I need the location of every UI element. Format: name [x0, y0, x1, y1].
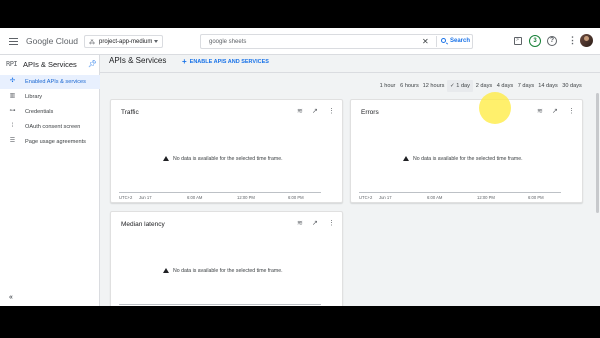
no-data-message: No data is available for the selected ti… [163, 268, 283, 274]
chart-type-icon[interactable]: ≋ [297, 220, 303, 228]
sidebar-item-label: Enabled APIs & services [25, 78, 86, 85]
enable-apis-label: ENABLE APIS AND SERVICES [189, 59, 269, 65]
console-frame: Google Cloud ⁂ project-app-medium google… [0, 28, 600, 306]
axis-tick: UTC+2 [359, 195, 373, 200]
warning-icon [163, 268, 169, 273]
sidebar-item-library[interactable]: ▥ Library [0, 90, 100, 104]
project-name: project-app-medium [99, 38, 153, 45]
axis-tick: 6:00 AM [427, 195, 443, 200]
x-axis [119, 192, 321, 193]
no-data-text: No data is available for the selected ti… [173, 156, 283, 162]
sidebar: RPI APIs & Services 📌︎ ✣ Enabled APIs & … [0, 55, 100, 306]
range-14-days[interactable]: 14 days [538, 80, 558, 92]
cloud-shell-icon[interactable] [514, 37, 522, 45]
scrollbar-thumb[interactable] [596, 93, 599, 213]
explore-icon[interactable]: ↗ [552, 108, 558, 116]
axis-tick: 6:00 PM [288, 195, 304, 200]
search-input[interactable]: google sheets [209, 39, 246, 45]
collapse-sidebar-icon[interactable]: « [9, 294, 13, 301]
menu-icon[interactable] [9, 38, 18, 45]
median-latency-card: Median latency ≋ ↗ ⋮ No data is availabl… [110, 211, 343, 306]
card-title: Errors [361, 109, 379, 116]
plus-icon: + [182, 57, 187, 66]
chart-type-icon[interactable]: ≋ [537, 108, 543, 116]
card-title: Median latency [121, 221, 165, 228]
range-1-day-label: 1 day [456, 83, 470, 89]
range-7-days[interactable]: 7 days [517, 80, 535, 92]
axis-tick: 6:00 AM [187, 195, 203, 200]
project-selector[interactable]: ⁂ project-app-medium [84, 35, 163, 48]
page-title: APIs & Services [109, 56, 167, 65]
traffic-card: Traffic ≋ ↗ ⋮ No data is available for t… [110, 99, 343, 203]
range-4-days[interactable]: 4 days [496, 80, 514, 92]
page-scrollbar[interactable] [595, 73, 600, 306]
sidebar-item-page-usage[interactable]: ☰ Page usage agreements [0, 135, 100, 149]
more-vert-icon[interactable]: ⋮ [328, 220, 335, 228]
brand-google: Google [26, 36, 54, 46]
clear-icon[interactable]: ✕ [422, 37, 429, 46]
sidebar-item-label: Library [25, 93, 43, 100]
google-cloud-logo[interactable]: Google Cloud [26, 36, 78, 46]
x-axis [119, 304, 321, 305]
axis-tick: 6:00 PM [528, 195, 544, 200]
explore-icon[interactable]: ↗ [312, 108, 318, 116]
help-icon[interactable]: ? [547, 36, 557, 46]
api-logo-icon: RPI [6, 60, 18, 68]
errors-card: Errors ≋ ↗ ⋮ No data is available for th… [350, 99, 583, 203]
range-30-days[interactable]: 30 days [562, 80, 582, 92]
axis-tick: Jun 17 [139, 195, 152, 200]
range-6-hours[interactable]: 6 hours [399, 80, 420, 92]
no-data-message: No data is available for the selected ti… [403, 156, 523, 162]
card-title: Traffic [121, 109, 139, 116]
no-data-text: No data is available for the selected ti… [173, 268, 283, 274]
axis-tick: Jun 17 [379, 195, 392, 200]
x-axis [359, 192, 561, 193]
range-1-day[interactable]: ✓ 1 day [447, 80, 473, 92]
range-2-days[interactable]: 2 days [475, 80, 493, 92]
pin-icon[interactable]: 📌︎ [88, 60, 97, 68]
consent-icon: ⁞ [11, 123, 14, 129]
brand-cloud: Cloud [55, 36, 79, 46]
warning-icon [163, 156, 169, 161]
sidebar-item-enabled-apis[interactable]: ✣ Enabled APIs & services [0, 75, 100, 89]
warning-icon [403, 156, 409, 161]
sidebar-item-label: Page usage agreements [25, 138, 86, 145]
more-vert-icon[interactable]: ⋮ [568, 108, 575, 116]
agreements-icon: ☰ [9, 138, 16, 144]
enabled-apis-icon: ✣ [9, 78, 16, 84]
project-icon: ⁂ [89, 40, 95, 46]
search-icon [441, 38, 446, 43]
more-vert-icon[interactable]: ⋮ [568, 36, 577, 45]
search-bar[interactable]: google sheets ✕ Search [200, 34, 473, 49]
no-data-text: No data is available for the selected ti… [413, 156, 523, 162]
sidebar-item-label: Credentials [25, 108, 54, 115]
sidebar-item-oauth-consent[interactable]: ⁞ OAuth consent screen [0, 120, 100, 134]
cursor-highlight [479, 92, 511, 124]
no-data-message: No data is available for the selected ti… [163, 156, 283, 162]
axis-tick: 12:00 PM [237, 195, 255, 200]
sidebar-item-label: OAuth consent screen [25, 123, 81, 130]
avatar[interactable] [580, 34, 593, 47]
more-vert-icon[interactable]: ⋮ [328, 108, 335, 116]
chart-type-icon[interactable]: ≋ [297, 108, 303, 116]
search-button[interactable]: Search [436, 36, 472, 47]
range-1-hour[interactable]: 1 hour [378, 80, 397, 92]
axis-tick: UTC+2 [119, 195, 133, 200]
top-bar: Google Cloud ⁂ project-app-medium google… [0, 28, 600, 55]
sidebar-header: RPI APIs & Services 📌︎ [0, 55, 100, 73]
sidebar-title: APIs & Services [23, 60, 77, 69]
explore-icon[interactable]: ↗ [312, 220, 318, 228]
notifications-badge[interactable]: 3 [529, 35, 541, 47]
axis-tick: 12:00 PM [477, 195, 495, 200]
range-12-hours[interactable]: 12 hours [422, 80, 445, 92]
enable-apis-button[interactable]: + ENABLE APIS AND SERVICES [182, 56, 269, 66]
chevron-down-icon [154, 40, 158, 43]
search-button-label: Search [450, 38, 471, 44]
check-icon: ✓ [450, 83, 455, 89]
header-divider [100, 72, 600, 73]
library-icon: ▥ [9, 93, 16, 99]
sidebar-item-credentials[interactable]: ⊶ Credentials [0, 105, 100, 119]
key-icon: ⊶ [9, 108, 16, 114]
